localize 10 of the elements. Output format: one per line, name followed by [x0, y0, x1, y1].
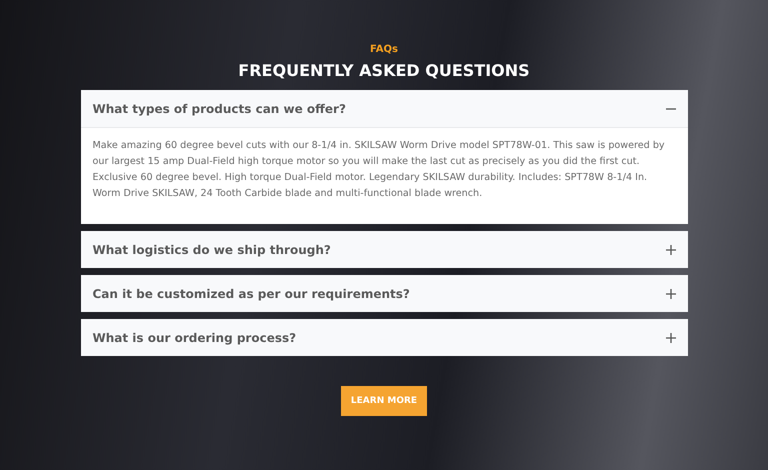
faq-header[interactable]: What is our ordering process?: [80, 319, 688, 356]
section-eyebrow: FAQs: [370, 44, 398, 55]
faq-question: What logistics do we ship through?: [92, 242, 331, 256]
faq-question: Can it be customized as per our requirements?: [92, 286, 410, 300]
faq-question: What is our ordering process?: [92, 330, 296, 344]
faq-question: What types of products can we offer?: [92, 102, 346, 116]
faq-answer: Make amazing 60 degree bevel cuts with our 8-1/4 in. SKILSAW Worm Drive model SPT78W-01. This saw is powered by our largest 15 amp Dual-Field high torque motor so you will make the last cut as precisely as you did the first cut. Exclusive 60 degree bevel. High torque Dual-Field motor. Legendary SKILSAW durability. Includes: SPT78W 8-1/4 In. Worm Drive SKILSAW, 24 Tooth Carbide blade and multi-functional blade wrench.: [80, 128, 688, 224]
section-title: FREQUENTLY ASKED QUESTIONS: [238, 61, 530, 80]
faq-header[interactable]: What logistics do we ship through?: [80, 231, 688, 268]
faq-header[interactable]: Can it be customized as per our requirements?: [80, 275, 688, 312]
